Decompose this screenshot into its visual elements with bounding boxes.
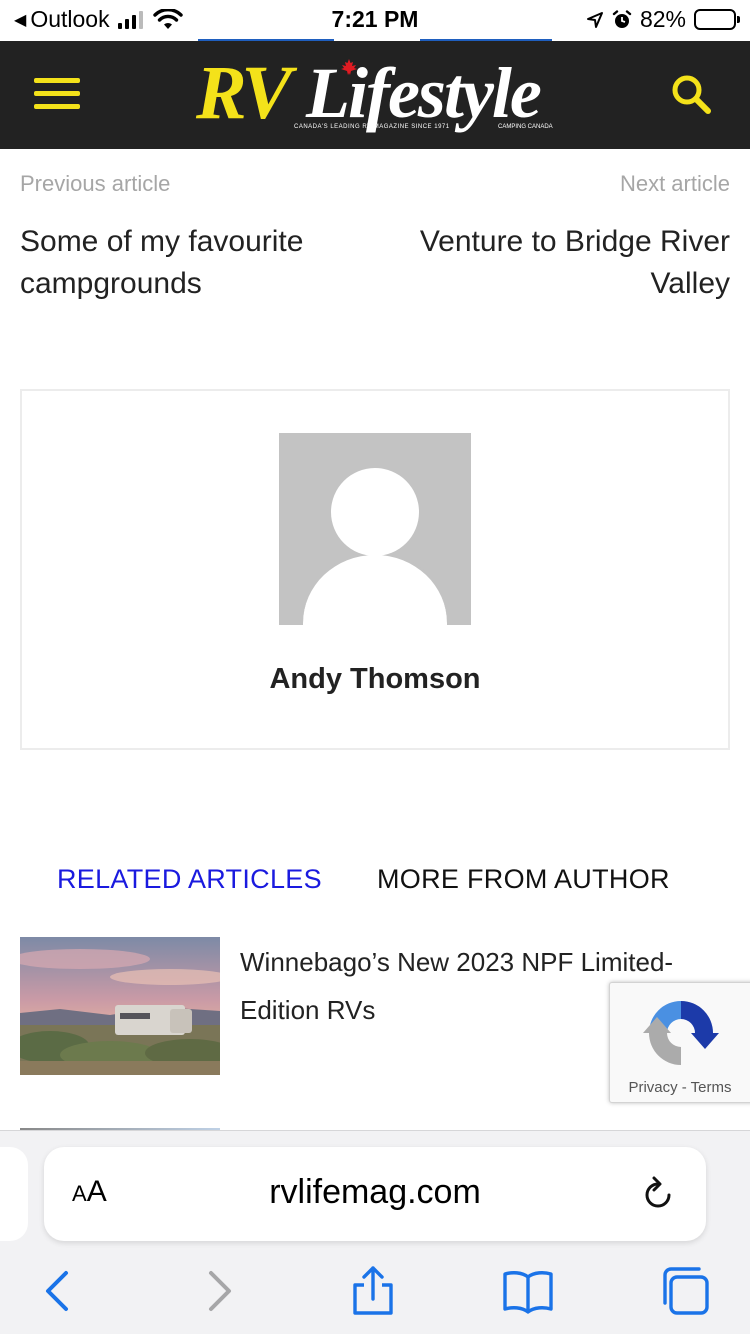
tab-more-from-author[interactable]: MORE FROM AUTHOR: [377, 864, 670, 895]
previous-tab-peek[interactable]: [0, 1147, 28, 1241]
reload-icon[interactable]: [640, 1175, 676, 1213]
next-article-link[interactable]: Venture to Bridge River Valley: [370, 221, 730, 305]
address-bar[interactable]: AA rvlifemag.com: [44, 1147, 706, 1241]
site-logo[interactable]: RV Lifestyle CANADA'S LEADING RV MAGAZIN…: [196, 51, 556, 135]
next-article-label: Next article: [619, 171, 730, 196]
recaptcha-links[interactable]: Privacy - Terms: [610, 1079, 750, 1096]
status-indicators: 82%: [586, 6, 740, 33]
tabs-icon[interactable]: [659, 1265, 711, 1317]
recaptcha-icon: [643, 1001, 719, 1065]
browser-bottom-bar: AA rvlifemag.com: [0, 1130, 750, 1334]
logo-tagline: CANADA'S LEADING RV MAGAZINE SINCE 1971: [294, 124, 450, 130]
forward-icon[interactable]: [193, 1265, 245, 1317]
share-icon[interactable]: [347, 1265, 399, 1317]
back-icon[interactable]: [32, 1265, 84, 1317]
author-name-link[interactable]: Andy Thomson: [22, 663, 728, 696]
previous-article-link[interactable]: Some of my favourite campgrounds: [20, 221, 350, 305]
battery-percent: 82%: [639, 6, 686, 32]
logo-tagline-camping: CAMPING CANADA: [498, 124, 553, 130]
logo-rv-text: RV: [196, 51, 292, 135]
tab-related-articles[interactable]: RELATED ARTICLES: [57, 864, 322, 895]
url-text[interactable]: rvlifemag.com: [44, 1173, 706, 1212]
article-thumbnail[interactable]: [20, 937, 220, 1075]
search-icon[interactable]: [668, 71, 714, 117]
location-arrow-icon: [586, 11, 603, 28]
recaptcha-badge[interactable]: Privacy - Terms: [609, 982, 750, 1103]
author-box: Andy Thomson: [20, 389, 730, 750]
previous-article-label: Previous article: [20, 171, 171, 196]
maple-leaf-icon: [341, 59, 357, 75]
site-header: RV Lifestyle CANADA'S LEADING RV MAGAZIN…: [0, 41, 750, 149]
default-avatar-icon[interactable]: [279, 433, 471, 625]
bookmarks-icon[interactable]: [502, 1265, 554, 1317]
status-bar: ◀ Outlook 7:21 PM 82%: [0, 0, 750, 41]
alarm-icon: [612, 9, 632, 28]
battery-icon: [694, 9, 740, 30]
hamburger-menu-icon[interactable]: [34, 78, 80, 112]
